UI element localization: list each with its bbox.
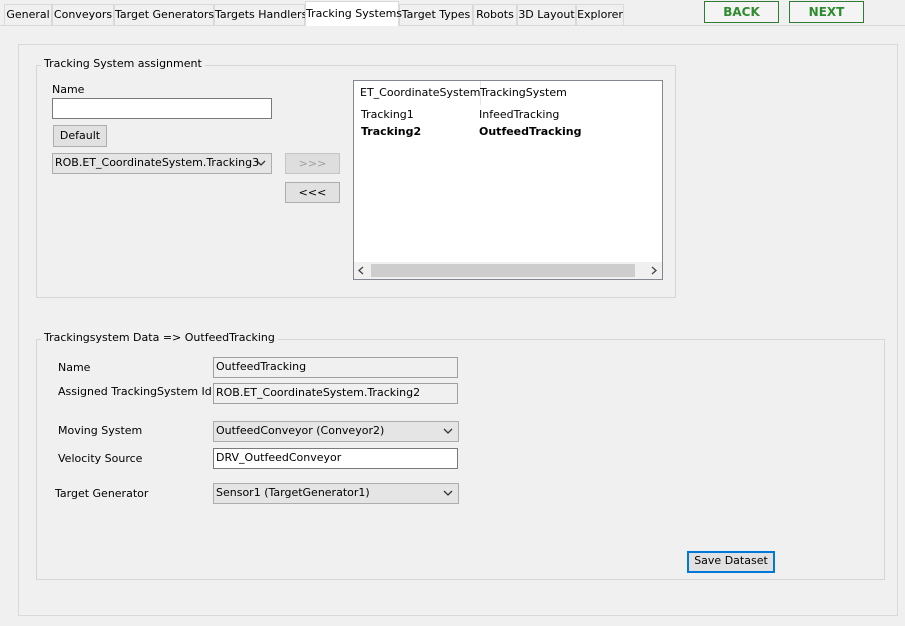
chevron-down-icon [443, 428, 453, 434]
moving-system-value: OutfeedConveyor (Conveyor2) [216, 424, 385, 437]
assigned-id-label: Assigned TrackingSystem Id [58, 385, 212, 398]
row-1-tracking-system[interactable]: InfeedTracking [479, 106, 559, 123]
tracking-assignment-title: Tracking System assignment [41, 57, 205, 70]
tab-explorer[interactable]: Explorer [576, 4, 624, 25]
back-button[interactable]: BACK [704, 1, 779, 23]
assigned-id-field[interactable]: ROB.ET_CoordinateSystem.Tracking2 [213, 383, 458, 404]
column-header-coordinate-system[interactable]: ET_CoordinateSystem [354, 81, 481, 105]
data-name-field[interactable]: OutfeedTracking [213, 357, 458, 378]
velocity-source-label: Velocity Source [58, 452, 143, 465]
chevron-down-icon [256, 160, 266, 166]
tab-strip: General Conveyors Target Generators Targ… [0, 0, 700, 26]
horizontal-scrollbar[interactable] [354, 262, 662, 279]
chevron-down-icon [443, 490, 453, 496]
name-label: Name [52, 83, 85, 96]
scrollbar-thumb[interactable] [371, 264, 635, 277]
save-dataset-button[interactable]: Save Dataset [687, 551, 775, 573]
assignment-list[interactable]: ET_CoordinateSystem TrackingSystem Track… [353, 80, 663, 280]
scroll-left-icon[interactable] [357, 266, 366, 275]
next-button[interactable]: NEXT [789, 1, 864, 23]
remove-assignment-button[interactable]: <<< [285, 182, 340, 203]
tab-tracking-systems[interactable]: Tracking Systems [305, 1, 402, 26]
tab-target-types[interactable]: Target Types [399, 4, 473, 25]
tab-target-generators[interactable]: Target Generators [114, 4, 214, 25]
scroll-right-icon[interactable] [649, 266, 658, 275]
data-name-value: OutfeedTracking [216, 360, 307, 373]
target-generator-select[interactable]: Sensor1 (TargetGenerator1) [213, 483, 459, 504]
tab-targets-handlers[interactable]: Targets Handlers [214, 4, 307, 25]
row-1-coordinate[interactable]: Tracking1 [361, 106, 414, 123]
coordinate-system-select[interactable]: ROB.ET_CoordinateSystem.Tracking3 [52, 153, 272, 174]
coordinate-system-select-value: ROB.ET_CoordinateSystem.Tracking3 [55, 156, 260, 169]
name-input[interactable] [52, 98, 272, 119]
add-assignment-button[interactable]: >>> [285, 153, 340, 174]
tab-general[interactable]: General [4, 4, 52, 25]
column-header-tracking-system[interactable]: TrackingSystem [474, 81, 668, 105]
tracking-data-group [36, 339, 885, 580]
tab-divider [0, 25, 905, 26]
tab-3d-layout[interactable]: 3D Layout [517, 4, 576, 25]
row-2-coordinate[interactable]: Tracking2 [361, 123, 421, 140]
target-generator-label: Target Generator [55, 487, 149, 500]
velocity-source-value: DRV_OutfeedConveyor [216, 451, 342, 464]
tab-conveyors[interactable]: Conveyors [52, 4, 114, 25]
moving-system-label: Moving System [58, 424, 143, 437]
default-button[interactable]: Default [53, 125, 107, 147]
target-generator-value: Sensor1 (TargetGenerator1) [216, 486, 370, 499]
tracking-data-title: Trackingsystem Data => OutfeedTracking [41, 331, 278, 344]
velocity-source-input[interactable]: DRV_OutfeedConveyor [213, 448, 458, 469]
tab-robots[interactable]: Robots [473, 4, 517, 25]
row-2-tracking-system[interactable]: OutfeedTracking [479, 123, 581, 140]
assigned-id-value: ROB.ET_CoordinateSystem.Tracking2 [216, 386, 421, 399]
moving-system-select[interactable]: OutfeedConveyor (Conveyor2) [213, 421, 459, 442]
data-name-label: Name [58, 361, 91, 374]
